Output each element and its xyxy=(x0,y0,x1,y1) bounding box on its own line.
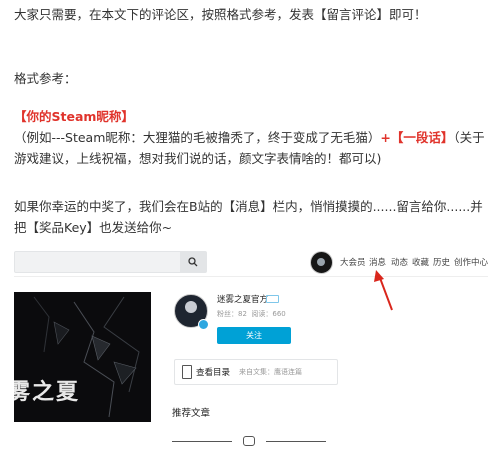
directory-icon xyxy=(182,365,192,379)
directory-label: 查看目录 xyxy=(196,368,231,378)
fans-count: 粉丝：82 xyxy=(217,310,247,318)
prize-notice: 如果你幸运的中奖了，我们会在B站的【消息】栏内，悄悄摸摸的......留言给你.… xyxy=(14,199,483,235)
steam-name-example: （例如---Steam昵称：大狸猫的毛被撸秃了，终于变成了无毛猫） xyxy=(14,130,381,145)
cover-title: 雾之夏 xyxy=(14,379,81,405)
article-cover-image: 雾之夏 xyxy=(14,292,151,422)
plus-sign: + xyxy=(380,130,391,145)
bilibili-screenshot: 大会员 消息 动态 收藏 历史 创作中心 雾之夏 迷雾之夏官方 粉丝：82 阅读… xyxy=(14,240,488,456)
author-stats: 粉丝：82 阅读：660 xyxy=(217,309,286,319)
right-divider xyxy=(266,441,326,442)
view-directory-button[interactable]: 查看目录 来自文集：鹰语连篇 xyxy=(174,359,338,385)
level-badge-icon xyxy=(266,295,279,303)
left-divider xyxy=(172,441,232,442)
author-name[interactable]: 迷雾之夏官方 xyxy=(217,293,268,305)
collection-source: 来自文集：鹰语连篇 xyxy=(239,368,302,376)
verified-badge-icon xyxy=(198,319,209,330)
steam-name-tag: 【你的Steam昵称】 xyxy=(14,109,134,124)
reads-count: 阅读：660 xyxy=(251,310,286,318)
format-example-paragraph: 【你的Steam昵称】 （例如---Steam昵称：大狸猫的毛被撸秃了，终于变成了… xyxy=(14,106,492,169)
message-tag: 【一段话】 xyxy=(390,130,454,145)
format-label: 格式参考： xyxy=(14,71,77,86)
bilibili-tv-icon xyxy=(243,436,255,446)
follow-button[interactable]: 关注 xyxy=(217,327,291,344)
recommended-articles-heading: 推荐文章 xyxy=(172,408,211,419)
instruction-line: 大家只需要，在本文下的评论区，按照格式参考，发表【留言评论】即可！ xyxy=(14,7,427,22)
